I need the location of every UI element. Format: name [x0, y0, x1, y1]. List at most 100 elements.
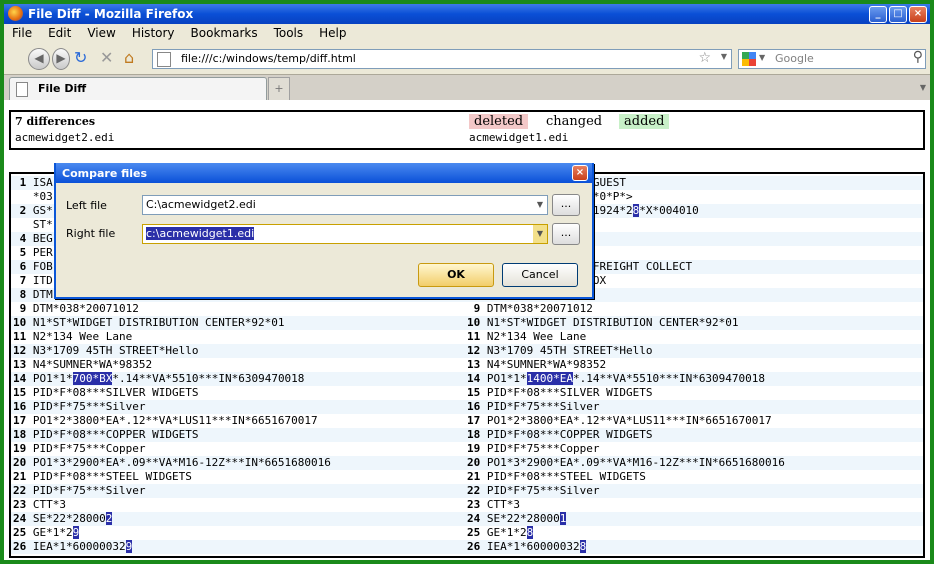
- left-cell: 2 GS*: [13, 204, 53, 218]
- reload-icon[interactable]: ↻: [74, 49, 87, 67]
- minimize-button[interactable]: _: [869, 6, 887, 23]
- right-cell: 19 PID*F*75***Copper: [467, 442, 599, 456]
- line-number: 11: [467, 330, 487, 343]
- url-bar[interactable]: file:///c:/windows/temp/diff.html ☆ ▼: [152, 49, 732, 69]
- line-number: 18: [13, 428, 33, 441]
- changed-text: 1400*EA: [526, 372, 573, 385]
- changed-text: 9: [125, 540, 133, 553]
- right-file-input[interactable]: c:\acmewidget1.edi ▼: [142, 224, 548, 244]
- search-icon[interactable]: ⚲: [913, 49, 923, 65]
- difference-count: 7 differences: [15, 115, 96, 128]
- line-text: DTM: [32, 288, 53, 301]
- right-cell: 24 SE*22*280001: [467, 512, 567, 526]
- line-number: 20: [467, 456, 487, 469]
- changed-text: 8: [579, 540, 587, 553]
- line-text: PID*F*08***STEEL WIDGETS: [32, 470, 192, 483]
- diff-row: 23 CTT*3 23 CTT*3: [11, 498, 923, 512]
- stop-icon[interactable]: ✕: [100, 49, 113, 67]
- left-cell: 5 PER: [13, 246, 53, 260]
- window-title: File Diff - Mozilla Firefox: [28, 7, 194, 21]
- right-file-dropdown-icon[interactable]: ▼: [533, 225, 547, 243]
- right-cell: 11 N2*134 Wee Lane: [467, 330, 586, 344]
- left-cell: 15 PID*F*08***SILVER WIDGETS: [13, 386, 198, 400]
- line-number: 26: [467, 540, 487, 553]
- right-file-label: Right file: [66, 227, 116, 240]
- right-cell: 25 GE*1*28: [467, 526, 534, 540]
- dialog-close-button[interactable]: ×: [572, 165, 588, 181]
- firefox-icon: [8, 6, 23, 21]
- left-file-dropdown-icon[interactable]: ▼: [533, 196, 547, 214]
- line-text: ISA: [32, 176, 53, 189]
- menu-bookmarks[interactable]: Bookmarks: [183, 24, 266, 42]
- line-number: 23: [13, 498, 33, 511]
- ok-button[interactable]: OK: [418, 263, 494, 287]
- close-window-button[interactable]: ×: [909, 6, 927, 23]
- line-text: *.14**VA*5510***IN*6309470018: [112, 372, 305, 385]
- url-dropdown-icon[interactable]: ▼: [721, 52, 727, 61]
- legend-deleted: deleted: [469, 114, 529, 129]
- right-file-browse-button[interactable]: ...: [552, 223, 580, 245]
- google-icon: [742, 52, 756, 66]
- url-text: file:///c:/windows/temp/diff.html: [181, 52, 356, 65]
- left-cell: 21 PID*F*08***STEEL WIDGETS: [13, 470, 192, 484]
- right-cell: 21 PID*F*08***STEEL WIDGETS: [467, 470, 646, 484]
- diff-row: 24 SE*22*280002 24 SE*22*280001: [11, 512, 923, 526]
- line-number: 26: [13, 540, 33, 553]
- new-tab-button[interactable]: +: [268, 77, 290, 101]
- menu-file[interactable]: File: [4, 24, 40, 42]
- tab-file-diff[interactable]: File Diff: [9, 77, 267, 100]
- dialog-title: Compare files: [62, 167, 148, 180]
- line-text: CTT*3: [486, 498, 520, 511]
- line-number: 12: [13, 344, 33, 357]
- line-text: N4*SUMNER*WA*98352: [486, 358, 607, 371]
- line-number: 13: [13, 358, 33, 371]
- left-cell: 1 ISA: [13, 176, 53, 190]
- back-button[interactable]: ◀: [28, 48, 50, 70]
- line-text: SE*22*28000: [486, 512, 560, 525]
- line-text: FOB: [32, 260, 53, 273]
- left-file-browse-button[interactable]: ...: [552, 194, 580, 216]
- forward-button[interactable]: ▶: [52, 48, 70, 70]
- left-cell: ST*: [13, 218, 53, 232]
- menu-view[interactable]: View: [79, 24, 123, 42]
- cancel-button[interactable]: Cancel: [502, 263, 578, 287]
- line-number: 14: [13, 372, 33, 385]
- left-cell: 8 DTM: [13, 288, 53, 302]
- line-number: 19: [467, 442, 487, 455]
- menu-history[interactable]: History: [124, 24, 183, 42]
- left-cell: 22 PID*F*75***Silver: [13, 484, 145, 498]
- line-number: 1: [13, 176, 33, 189]
- menu-bar: File Edit View History Bookmarks Tools H…: [4, 24, 930, 42]
- maximize-button[interactable]: □: [889, 6, 907, 23]
- line-number: 17: [13, 414, 33, 427]
- line-text: PO1*1*: [486, 372, 527, 385]
- line-number: 10: [467, 316, 487, 329]
- changed-text: 2: [105, 512, 113, 525]
- left-cell: 25 GE*1*29: [13, 526, 80, 540]
- left-cell: 19 PID*F*75***Copper: [13, 442, 145, 456]
- home-icon[interactable]: ⌂: [124, 49, 134, 67]
- right-cell: 20 PO1*3*2900*EA*.09**VA*M16-12Z***IN*66…: [467, 456, 785, 470]
- search-engine-dropdown-icon[interactable]: ▼: [759, 53, 765, 62]
- line-number: 7: [13, 274, 33, 287]
- left-cell: 7 ITD: [13, 274, 53, 288]
- menu-tools[interactable]: Tools: [266, 24, 312, 42]
- diff-summary: 7 differences acmewidget2.edi acmewidget…: [9, 110, 925, 150]
- diff-row: 13 N4*SUMNER*WA*98352 13 N4*SUMNER*WA*983…: [11, 358, 923, 372]
- line-number: 23: [467, 498, 487, 511]
- line-number: 25: [467, 526, 487, 539]
- search-bar[interactable]: ▼ Google ⚲: [738, 49, 926, 69]
- legend-changed: changed: [546, 114, 603, 129]
- line-number: 17: [467, 414, 487, 427]
- line-text: *.14**VA*5510***IN*6309470018: [572, 372, 766, 385]
- right-cell: 26 IEA*1*600000328: [467, 540, 587, 554]
- left-file-input[interactable]: C:\acmewidget2.edi ▼: [142, 195, 548, 215]
- tab-list-icon[interactable]: ▼: [920, 83, 926, 92]
- line-text: PID*F*08***SILVER WIDGETS: [32, 386, 199, 399]
- menu-edit[interactable]: Edit: [40, 24, 79, 42]
- line-text: PID*F*08***SILVER WIDGETS: [486, 386, 653, 399]
- left-cell: 16 PID*F*75***Silver: [13, 400, 145, 414]
- menu-help[interactable]: Help: [311, 24, 354, 42]
- line-number: 15: [467, 386, 487, 399]
- bookmark-star-icon[interactable]: ☆: [698, 50, 711, 66]
